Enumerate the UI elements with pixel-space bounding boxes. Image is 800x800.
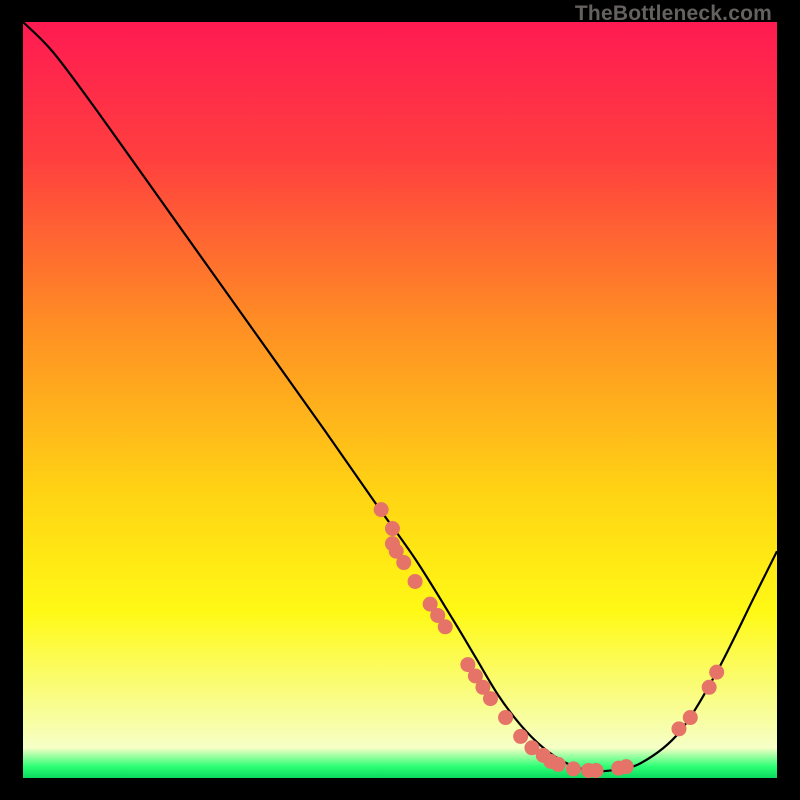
scatter-point: [551, 757, 566, 772]
scatter-point: [483, 691, 498, 706]
scatter-point: [702, 680, 717, 695]
chart-frame: [23, 22, 777, 778]
scatter-point: [374, 502, 389, 517]
chart-svg: [23, 22, 777, 778]
scatter-point: [498, 710, 513, 725]
scatter-point: [396, 555, 411, 570]
scatter-point: [589, 763, 604, 778]
scatter-point: [709, 665, 724, 680]
scatter-point: [619, 759, 634, 774]
scatter-point: [438, 619, 453, 634]
watermark-text: TheBottleneck.com: [575, 2, 772, 26]
scatter-point: [683, 710, 698, 725]
scatter-point: [385, 521, 400, 536]
scatter-point: [566, 761, 581, 776]
scatter-point: [408, 574, 423, 589]
scatter-point: [671, 721, 686, 736]
chart-background: [23, 22, 777, 778]
scatter-point: [513, 729, 528, 744]
